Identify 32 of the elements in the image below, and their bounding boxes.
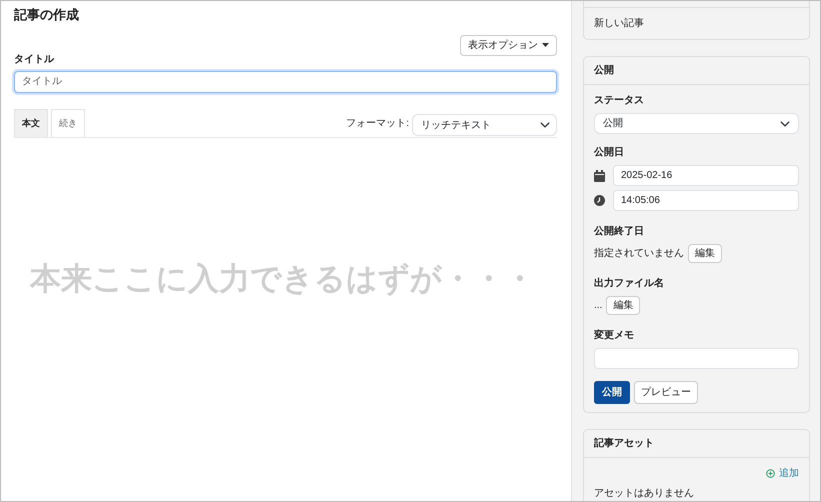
format-select[interactable]: リッチテキスト xyxy=(412,114,557,136)
field-label: 変更メモ xyxy=(594,328,635,343)
status-text: 指定されていません xyxy=(594,246,684,261)
field-label: 公開終了日 xyxy=(594,224,645,239)
date-field[interactable]: 2025-02-16 xyxy=(613,165,799,186)
view-options-button[interactable]: 表示オプション xyxy=(460,34,557,56)
format-label: フォーマット: xyxy=(346,117,409,132)
filename-text: ... xyxy=(594,299,602,313)
calendar-icon xyxy=(594,170,605,182)
status-select[interactable]: 公開 xyxy=(594,113,799,134)
title-field[interactable]: タイトル xyxy=(14,70,557,93)
time-field[interactable]: 14:05:06 xyxy=(613,190,799,211)
add-link[interactable]: 追加 xyxy=(766,466,799,481)
field-label: 出力ファイル名 xyxy=(594,276,665,291)
plus-circle-icon xyxy=(766,469,775,478)
caret-icon xyxy=(542,43,549,48)
edit-button[interactable]: 編集 xyxy=(606,296,640,315)
clock-icon xyxy=(594,195,605,206)
field-label: 公開日 xyxy=(594,146,625,160)
field-label: ステータス xyxy=(594,94,645,108)
field-label: タイトル xyxy=(14,52,56,67)
memo-field[interactable] xyxy=(594,348,799,369)
publish-button[interactable]: 公開 xyxy=(594,381,630,404)
preview-button[interactable]: プレビュー xyxy=(634,381,698,404)
editor-tab[interactable]: 続き xyxy=(51,108,85,138)
editor-tab[interactable]: 本文 xyxy=(14,108,48,138)
card-title: 公開 xyxy=(584,57,809,85)
basename-text: 新しい記事 xyxy=(594,16,645,31)
card-title: 記事アセット xyxy=(584,430,809,458)
page-title: 記事の作成 xyxy=(14,7,80,23)
edit-button[interactable]: 編集 xyxy=(688,244,722,263)
empty-text: アセットはありません xyxy=(594,487,695,501)
